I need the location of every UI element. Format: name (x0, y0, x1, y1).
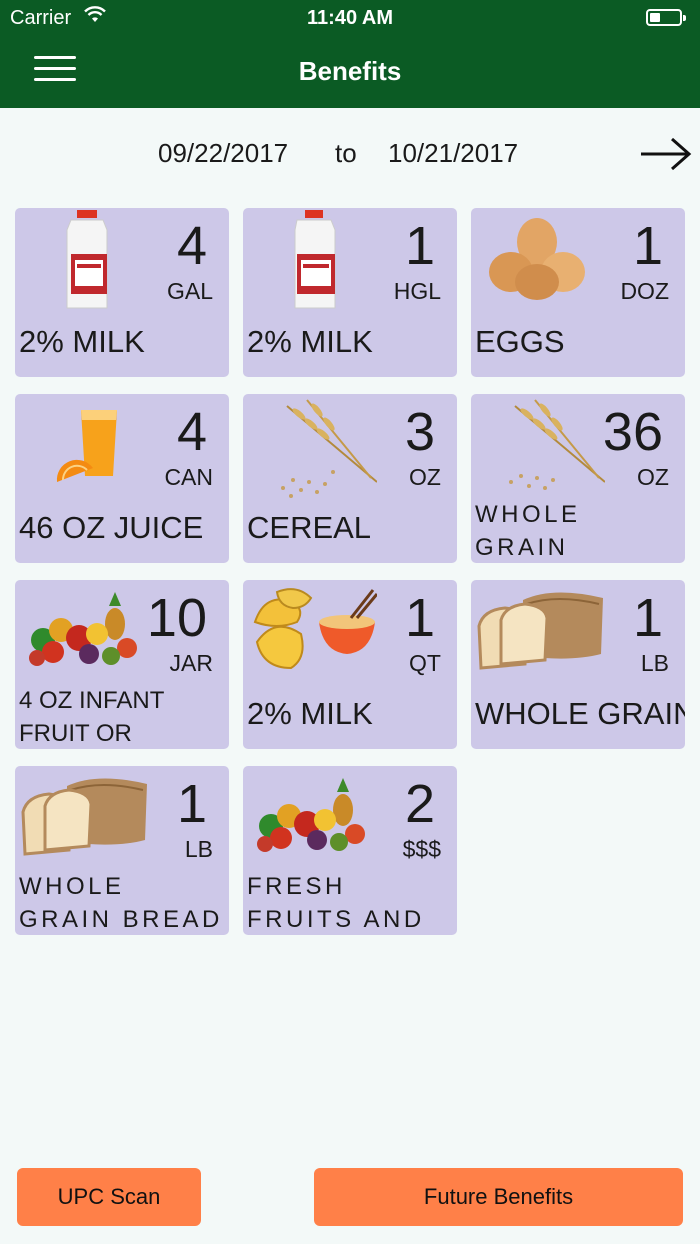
tile-quantity: 4 (176, 402, 207, 462)
milk-half-gallon-icon (294, 210, 336, 309)
app-header: Carrier 11:40 AM Benefits (0, 0, 700, 108)
tile-label: CEREAL (247, 510, 372, 545)
eggs-icon (489, 218, 585, 300)
right-arrow-icon[interactable] (638, 136, 694, 172)
bread-icon (21, 778, 147, 856)
benefit-tile-whole-grain-bread[interactable]: 1 LB WHOLE GRAIN BREAD (15, 766, 229, 935)
tile-unit: $$$ (402, 836, 441, 862)
upc-scan-button[interactable]: UPC Scan (17, 1168, 201, 1226)
future-benefits-button[interactable]: Future Benefits (314, 1168, 683, 1226)
start-date: 09/22/2017 (158, 138, 289, 168)
tile-label: 46 OZ JUICE (19, 510, 204, 545)
status-bar: Carrier 11:40 AM (0, 0, 700, 36)
tile-quantity: 1 (404, 216, 435, 276)
tile-quantity: 2 (404, 774, 435, 834)
date-separator: to (335, 138, 357, 168)
tile-quantity: 36 (602, 402, 663, 462)
tile-quantity: 1 (176, 774, 207, 834)
tile-unit: JAR (169, 650, 213, 676)
benefit-tile-milk-half-gallon[interactable]: 1 HGL 2% MILK (243, 208, 457, 377)
tile-unit: OZ (409, 464, 441, 490)
tile-quantity: 1 (632, 216, 663, 276)
tile-label: 2% MILK (247, 696, 373, 731)
date-range: 09/22/2017 to 10/21/2017 (0, 136, 700, 172)
tile-label: 2% MILK (247, 324, 373, 359)
tile-unit: GAL (166, 278, 213, 304)
end-date: 10/21/2017 (388, 138, 519, 168)
tile-label: WHOLE GRAINS (475, 696, 685, 731)
benefit-tile-milk[interactable]: 4 GAL 2% MILK (15, 208, 229, 377)
tile-unit: LB (184, 836, 213, 862)
tile-unit: CAN (164, 464, 213, 490)
tile-unit: LB (640, 650, 669, 676)
benefit-tile-whole-grains[interactable]: 1 LB WHOLE GRAINS (471, 580, 685, 749)
benefit-tile-milk-quart[interactable]: 1 QT 2% MILK (243, 580, 457, 749)
fruit-vegetables-icon (257, 778, 365, 852)
benefit-tile-whole-grain-cereal[interactable]: 36 OZ WHOLE GRAIN CEREAL (471, 394, 685, 563)
fruit-vegetables-icon (29, 592, 137, 666)
tile-unit: QT (409, 650, 441, 676)
tile-quantity: 4 (176, 216, 207, 276)
tile-label: EGGS (475, 324, 565, 359)
tile-quantity: 3 (404, 402, 435, 462)
bread-icon (477, 592, 603, 670)
tile-label: FRESH FRUITS AND VEGETABLES (247, 873, 425, 933)
tile-unit: DOZ (620, 278, 669, 304)
wheat-icon (509, 399, 605, 490)
benefit-tile-fresh-fruits-vegetables[interactable]: 2 $$$ FRESH FRUITS AND VEGETABLES (243, 766, 457, 935)
tile-label: 4 OZ INFANT FRUIT OR VEGETABLES (19, 687, 164, 747)
wheat-icon (281, 399, 377, 498)
benefit-tile-infant-fruit-vegetables[interactable]: 10 JAR 4 OZ INFANT FRUIT OR VEGETABLES (15, 580, 229, 749)
juice-icon (56, 410, 117, 482)
milk-gallon-icon (66, 210, 108, 309)
benefit-tile-eggs[interactable]: 1 DOZ EGGS (471, 208, 685, 377)
tile-quantity: 10 (146, 588, 207, 648)
benefit-tile-juice[interactable]: 4 CAN 46 OZ JUICE (15, 394, 229, 563)
tile-label: WHOLE GRAIN CEREAL (475, 501, 581, 561)
page-title: Benefits (298, 56, 402, 86)
benefit-tile-cereal[interactable]: 3 OZ CEREAL (243, 394, 457, 563)
tile-label: WHOLE GRAIN BREAD (19, 873, 223, 933)
tile-unit: HGL (393, 278, 441, 304)
breakfast-bowl-icon (253, 588, 377, 670)
tile-label: 2% MILK (19, 324, 145, 359)
tile-unit: OZ (637, 464, 669, 490)
clock: 11:40 AM (307, 7, 393, 29)
tile-quantity: 1 (632, 588, 663, 648)
battery-icon (646, 9, 686, 26)
tile-quantity: 1 (404, 588, 435, 648)
